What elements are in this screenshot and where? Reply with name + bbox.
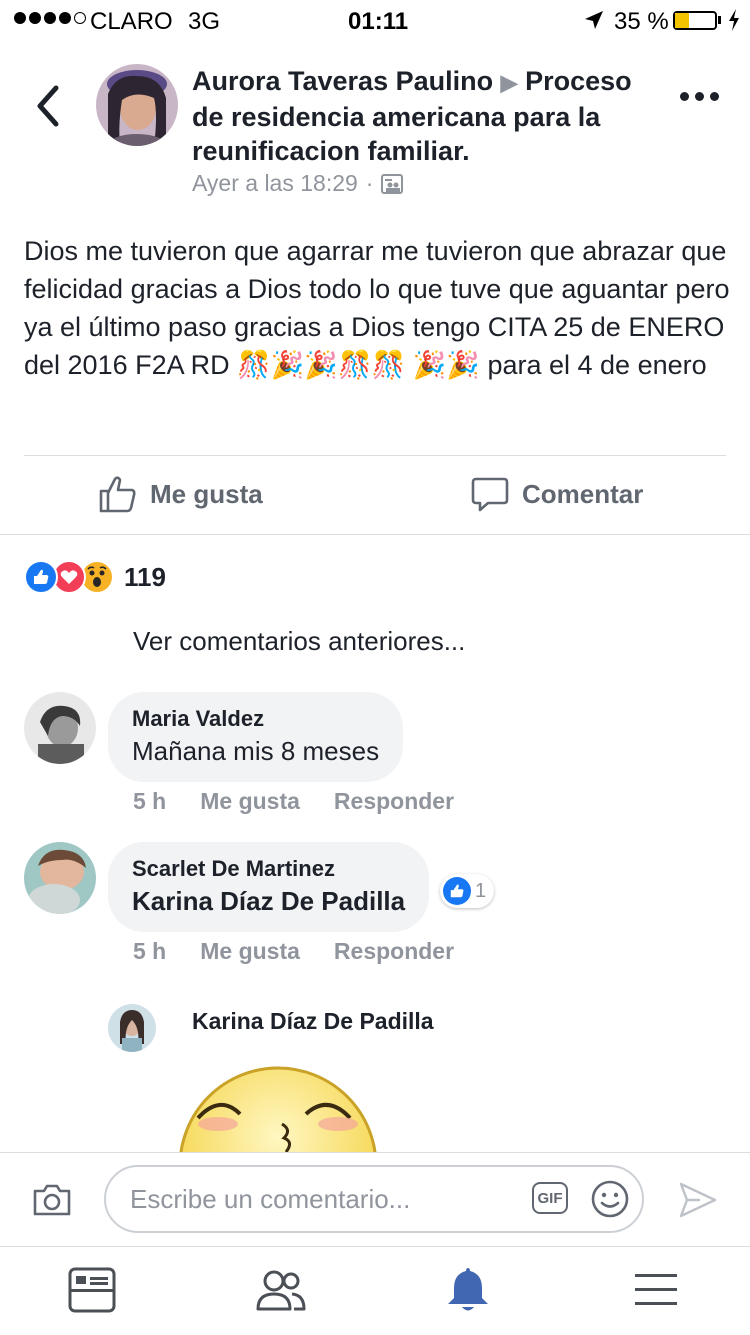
tab-news-feed[interactable] [62,1265,122,1315]
battery-icon [673,11,717,30]
divider [24,455,726,456]
reactions-summary[interactable]: 119 [24,560,166,594]
view-previous-comments[interactable]: Ver comentarios anteriores... [133,626,465,657]
clock: 01:11 [348,8,409,35]
comment-like-count: 1 [475,879,487,902]
reply-avatar[interactable] [108,1004,156,1052]
comment-time: 5 h [133,938,167,964]
kiss-emoji-sticker [178,1066,378,1152]
comment-like-badge[interactable]: 1 [440,874,495,908]
network-type: 3G [188,8,221,35]
back-chevron-icon[interactable] [30,82,70,132]
status-bar: CLARO 3G 01:11 35 % [0,0,750,40]
author-avatar[interactable] [96,64,178,146]
like-reaction-icon [24,560,58,594]
signal-strength-icon [14,12,86,24]
thumbs-up-icon [99,476,136,513]
post-timestamp[interactable]: Ayer a las 18:29 [192,170,358,197]
commenter-name[interactable]: Scarlet De Martinez [132,854,405,884]
author-name[interactable]: Aurora Taveras Paulino [192,66,493,96]
bottom-tab-bar [0,1246,750,1335]
like-reaction-icon [443,877,471,905]
hamburger-menu-icon [635,1274,677,1305]
group-icon [381,173,404,194]
send-icon[interactable] [678,1181,718,1219]
comment-time: 5 h [133,788,167,814]
commenter-avatar[interactable] [24,842,96,914]
comment-input[interactable] [128,1182,512,1216]
location-arrow-icon [585,11,603,29]
reply-author-name[interactable]: Karina Díaz De Padilla [192,1006,434,1036]
commenter-avatar[interactable] [24,692,96,764]
comment-actions: 5 h Me gusta Responder [133,938,454,965]
comment-mention[interactable]: Karina Díaz De Padilla [132,884,405,918]
share-arrow-icon: ▶ [500,70,518,95]
reactions-count: 119 [124,561,166,592]
tab-notifications[interactable] [438,1265,498,1315]
like-label: Me gusta [150,478,263,509]
tab-friends[interactable] [250,1265,310,1315]
comment-text: Mañana mis 8 meses [132,736,380,766]
battery-percent: 35 % [614,8,669,35]
post-meta: Ayer a las 18:29 · [192,170,404,197]
post-body: Dios me tuvieron que agarrar me tuvieron… [24,236,730,380]
comment-bubble-icon [471,477,509,512]
comment-bubble: Scarlet De Martinez Karina Díaz De Padil… [108,842,430,932]
post-title: Aurora Taveras Paulino ▶ Proceso de resi… [192,64,662,168]
comment-bubble: Maria Valdez Mañana mis 8 meses [108,692,404,782]
carrier-name: CLARO [90,8,173,35]
commenter-name[interactable]: Maria Valdez [132,704,379,734]
comment-like-button[interactable]: Me gusta [200,938,300,965]
news-feed-icon [68,1267,116,1313]
comment-reply-button[interactable]: Responder [334,788,454,815]
bell-icon [448,1268,488,1311]
gif-button[interactable]: GIF [532,1182,568,1214]
comment-actions: 5 h Me gusta Responder [133,788,454,815]
divider [0,534,750,535]
comment-label: Comentar [522,478,644,509]
camera-icon[interactable] [32,1183,72,1217]
tab-menu[interactable] [626,1265,686,1315]
comment-like-button[interactable]: Me gusta [200,788,300,815]
comment-reply-button[interactable]: Responder [334,938,454,965]
emoji-icon[interactable] [590,1179,630,1219]
comment-composer: GIF [0,1152,750,1247]
comment-input-wrapper: GIF [104,1165,644,1233]
comment-button[interactable]: Comentar [470,474,643,514]
friends-icon [256,1270,306,1311]
like-button[interactable]: Me gusta [98,474,263,514]
more-options-icon[interactable] [680,92,719,101]
charging-bolt-icon [729,9,739,31]
